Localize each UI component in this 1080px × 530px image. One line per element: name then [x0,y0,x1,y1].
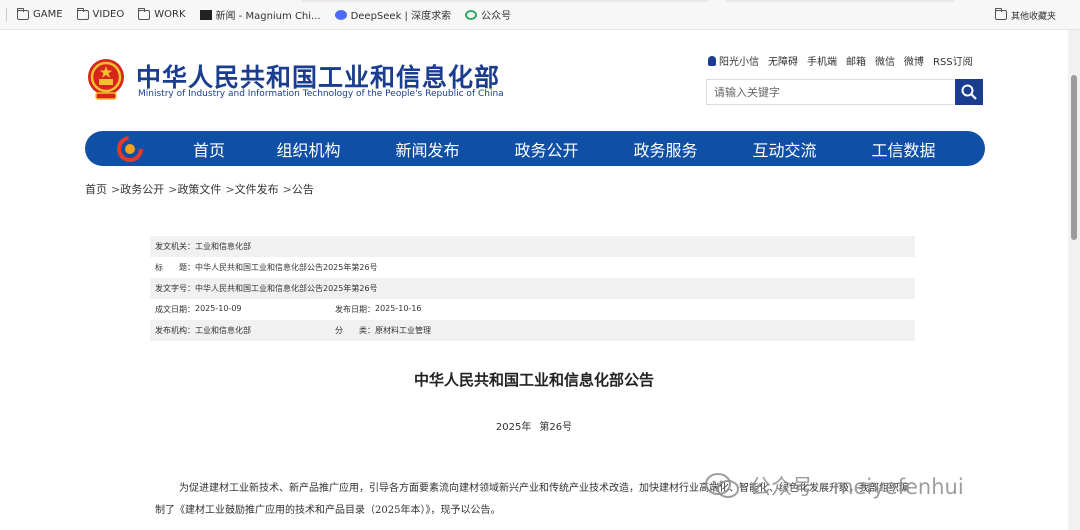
meta-label: 成文日期： [155,305,195,314]
meta-label: 发文字号： [155,284,195,293]
breadcrumb-separator: > [225,183,235,196]
folder-icon [138,7,151,20]
document-issue-number: 第26号 [539,422,573,433]
toplink-wechat[interactable]: 微信 [875,53,895,68]
nav-data[interactable]: 工信数据 [844,137,963,161]
bookmark-wechat[interactable]: 公众号 [465,7,511,22]
meta-value: 工业和信息化部 [195,326,251,335]
folder-icon [17,7,29,20]
tab-strip-remnant [300,0,710,2]
meta-row-dates: 成文日期： 2025-10-09 发布日期： 2025-10-16 [150,299,915,320]
meta-value: 工业和信息化部 [195,242,251,251]
bookmark-other-folder[interactable]: 其他收藏夹 [994,0,1056,30]
miit-logo-icon [117,135,143,162]
search-input[interactable] [706,79,954,105]
top-links: 阳光小信 无障碍 手机端 邮箱 微信 微博 RSS订阅 [708,53,982,68]
bookmarks-divider [6,7,7,22]
document-year: 2025年 [495,422,532,433]
meta-row-docno: 发文字号： 中华人民共和国工业和信息化部公告2025年第26号 [150,278,915,299]
meta-cell-created: 成文日期： 2025-10-09 [155,304,335,315]
search-button[interactable] [955,79,983,105]
wechat-icon [465,9,478,20]
deepseek-icon [334,9,347,20]
meta-label: 分 类： [335,326,375,335]
meta-row-title: 标 题： 中华人民共和国工业和信息化部公告2025年第26号 [150,257,915,278]
main-nav: 首页 组织机构 新闻发布 政务公开 政务服务 互动交流 工信数据 [85,131,985,166]
national-emblem-icon [88,59,124,100]
search-icon [961,84,977,100]
breadcrumb-documents[interactable]: 文件发布 [235,183,279,196]
nav-gov-services[interactable]: 政务服务 [606,137,725,161]
bookmark-deepseek[interactable]: DeepSeek | 深度求索 [334,7,452,22]
document-meta-table: 发文机关： 工业和信息化部 标 题： 中华人民共和国工业和信息化部公告2025年第2… [150,236,915,341]
bookmark-label: 其他收藏夹 [1010,11,1056,22]
document-number: 2025年 第26号 [0,418,1068,433]
meta-value: 原材料工业管理 [375,326,431,335]
bookmark-label: 公众号 [481,11,512,22]
meta-value: 中华人民共和国工业和信息化部公告2025年第26号 [195,263,378,272]
meta-row-org: 发布机构： 工业和信息化部 分 类： 原材料工业管理 [150,320,915,341]
toplink-sunshine[interactable]: 阳光小信 [708,53,759,68]
bookmark-game[interactable]: GAME [17,7,63,20]
breadcrumb-separator: > [282,183,292,196]
wechat-watermark-icon [705,473,739,498]
nav-gov-affairs[interactable]: 政务公开 [487,137,606,161]
tab-strip-remnant [725,0,955,2]
toplink-rss[interactable]: RSS订阅 [933,53,973,68]
meta-row-issuer: 发文机关： 工业和信息化部 [150,236,915,257]
toplink-accessibility[interactable]: 无障碍 [768,53,798,68]
meta-label: 发布机构： [155,326,195,335]
news-icon [199,9,212,20]
toplink-mail[interactable]: 邮箱 [846,53,866,68]
watermark-text: 公众号 · meiyefenhui [750,475,964,499]
scrollbar[interactable] [1068,30,1080,530]
meta-value: 中华人民共和国工业和信息化部公告2025年第26号 [195,284,378,293]
bookmark-label: WORK [154,9,186,20]
bookmark-work[interactable]: WORK [138,7,186,20]
bookmark-video[interactable]: VIDEO [76,7,125,20]
folder-icon [994,8,1007,20]
breadcrumb: 首页 >政务公开 >政策文件 >文件发布 >公告 [85,181,314,197]
bookmark-label: VIDEO [92,9,125,20]
meta-cell-published: 发布日期： 2025-10-16 [335,304,422,315]
meta-label: 发文机关： [155,242,195,251]
bookmark-label: 新闻 - Magnium Chi... [215,11,321,22]
breadcrumb-announcement[interactable]: 公告 [292,183,314,196]
site-title-english: Ministry of Industry and Information Tec… [138,89,504,99]
meta-label: 标 题： [155,263,195,272]
breadcrumb-home[interactable]: 首页 [85,183,107,196]
nav-interaction[interactable]: 互动交流 [725,137,844,161]
article-title: 中华人民共和国工业和信息化部公告 [413,371,654,389]
sunshine-icon [708,56,716,66]
meta-label: 发布日期： [335,305,375,314]
toplink-mobile[interactable]: 手机端 [807,53,837,68]
bookmarks-bar: GAME VIDEO WORK 新闻 - Magnium Chi... Deep… [0,0,1080,30]
meta-cell-org: 发布机构： 工业和信息化部 [155,325,335,336]
bookmark-label: GAME [33,9,63,20]
folder-icon [76,7,89,20]
toplink-label: 阳光小信 [719,57,759,68]
bookmark-label: DeepSeek | 深度求索 [350,11,452,22]
meta-value: 2025-10-09 [195,304,242,313]
scrollbar-thumb[interactable] [1071,75,1077,240]
bookmark-news[interactable]: 新闻 - Magnium Chi... [199,7,321,22]
watermark: 公众号 · meiyefenhui [704,468,964,504]
nav-home[interactable]: 首页 [169,137,249,161]
breadcrumb-gov-affairs[interactable]: 政务公开 [120,183,164,196]
nav-organization[interactable]: 组织机构 [249,137,368,161]
nav-news[interactable]: 新闻发布 [368,137,487,161]
toplink-weibo[interactable]: 微博 [904,53,924,68]
breadcrumb-separator: > [111,183,121,196]
meta-cell-category: 分 类： 原材料工业管理 [335,325,431,336]
meta-value: 2025-10-16 [375,304,422,313]
breadcrumb-policy[interactable]: 政策文件 [177,183,221,196]
